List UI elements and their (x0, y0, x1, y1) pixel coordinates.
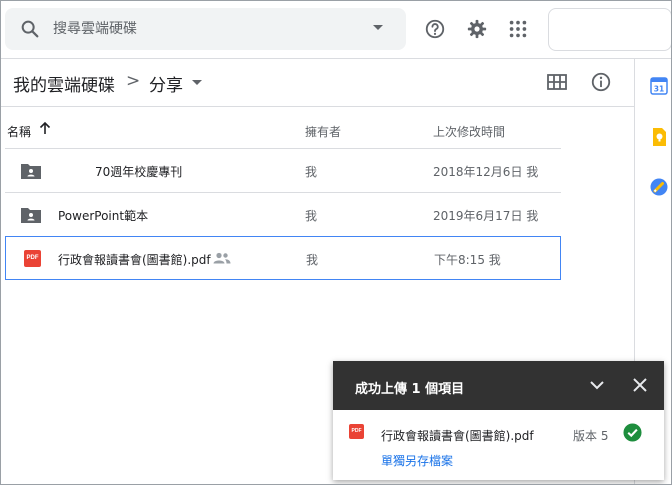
breadcrumb-current-folder[interactable]: 分享 (149, 71, 183, 96)
upload-panel-title: 成功上傳 1 個項目 (355, 382, 465, 397)
info-icon[interactable] (590, 71, 612, 93)
file-owner: 我 (305, 209, 318, 223)
file-row[interactable]: PowerPoint範本 我 2019年6月17日 我 (5, 193, 561, 237)
column-header-owner: 擁有者 (305, 125, 342, 139)
close-icon[interactable] (632, 377, 648, 393)
file-modified: 下午8:15 我 (434, 253, 501, 267)
search-input[interactable] (53, 17, 353, 41)
upload-panel-header: 成功上傳 1 個項目 (333, 361, 664, 410)
pdf-file-icon: PDF (349, 424, 364, 439)
upload-status-panel: 成功上傳 1 個項目 PDF 行政會報讀書會(圖書館).pdf 版本 5 單獨另… (333, 361, 664, 480)
file-name[interactable]: 70週年校慶專刊 (95, 163, 182, 180)
uploaded-file-name[interactable]: 行政會報讀書會(圖書館).pdf (381, 427, 534, 444)
file-owner: 我 (305, 165, 318, 179)
tasks-icon[interactable] (650, 178, 668, 196)
file-modified: 2018年12月6日 我 (433, 165, 539, 179)
shared-people-icon (213, 252, 231, 264)
file-name[interactable]: 行政會報讀書會(圖書館).pdf (58, 251, 211, 268)
file-name[interactable]: PowerPoint範本 (58, 207, 148, 224)
file-row[interactable]: 70週年校慶專刊 我 2018年12月6日 我 (5, 149, 561, 193)
save-as-separate-file-link[interactable]: 單獨另存檔案 (381, 452, 453, 469)
gear-icon[interactable] (466, 18, 488, 40)
shared-folder-icon (21, 164, 41, 179)
grid-view-icon[interactable] (547, 73, 567, 91)
apps-grid-icon[interactable] (507, 18, 529, 40)
search-options-caret-icon[interactable] (373, 25, 383, 30)
upload-complete-check-icon (623, 423, 642, 442)
search-bar[interactable] (5, 8, 406, 50)
collapse-chevron-icon[interactable] (589, 377, 605, 393)
help-circle-icon[interactable] (424, 18, 446, 40)
file-modified: 2019年6月17日 我 (433, 209, 539, 223)
account-area[interactable] (548, 8, 672, 51)
breadcrumb: 我的雲端硬碟 > 分享 (0, 59, 634, 107)
pdf-file-icon: PDF (24, 250, 41, 267)
calendar-icon[interactable]: 31 (650, 77, 668, 95)
column-header-name[interactable]: 名稱 (7, 123, 31, 140)
shared-folder-icon (21, 208, 41, 223)
search-icon[interactable] (19, 18, 41, 40)
folder-menu-caret-icon[interactable] (192, 80, 202, 85)
sort-ascending-arrow-icon[interactable] (38, 120, 52, 136)
version-label: 版本 5 (573, 429, 609, 443)
breadcrumb-separator: > (126, 71, 141, 91)
column-header-last-modified[interactable]: 上次修改時間 (433, 123, 505, 140)
keep-icon[interactable] (650, 128, 668, 146)
file-owner: 我 (306, 253, 319, 267)
svg-text:31: 31 (654, 85, 664, 94)
top-bar (0, 0, 672, 59)
file-row-selected[interactable]: PDF 行政會報讀書會(圖書館).pdf 我 下午8:15 我 (5, 236, 561, 280)
breadcrumb-my-drive[interactable]: 我的雲端硬碟 (13, 71, 115, 96)
